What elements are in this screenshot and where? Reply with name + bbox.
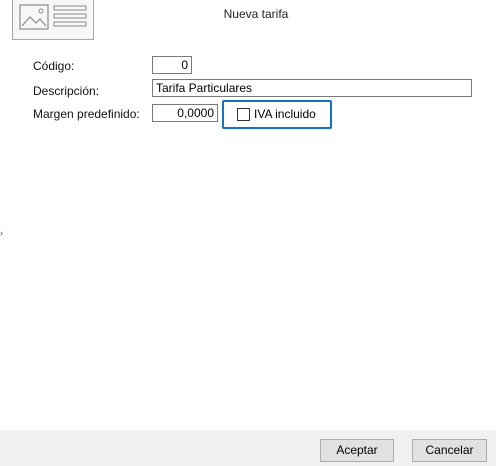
iva-checkbox[interactable]	[237, 108, 250, 121]
dialog-footer: Aceptar Cancelar	[0, 430, 496, 466]
margen-label: Margen predefinido:	[33, 107, 140, 121]
accept-button[interactable]: Aceptar	[320, 439, 394, 462]
codigo-field[interactable]: 0	[152, 56, 192, 74]
margen-field[interactable]: 0,0000	[152, 104, 218, 122]
cancel-button[interactable]: Cancelar	[412, 439, 487, 462]
descripcion-label: Descripción:	[33, 84, 100, 98]
descripcion-field[interactable]: Tarifa Particulares	[152, 79, 472, 97]
chevron-right-icon: ›	[0, 228, 3, 238]
dialog-title: Nueva tarifa	[223, 7, 289, 21]
iva-checkbox-container[interactable]: IVA incluido	[222, 100, 332, 129]
image-placeholder-icon	[12, 0, 94, 40]
codigo-label: Código:	[33, 59, 75, 73]
iva-checkbox-label[interactable]: IVA incluido	[254, 107, 316, 121]
